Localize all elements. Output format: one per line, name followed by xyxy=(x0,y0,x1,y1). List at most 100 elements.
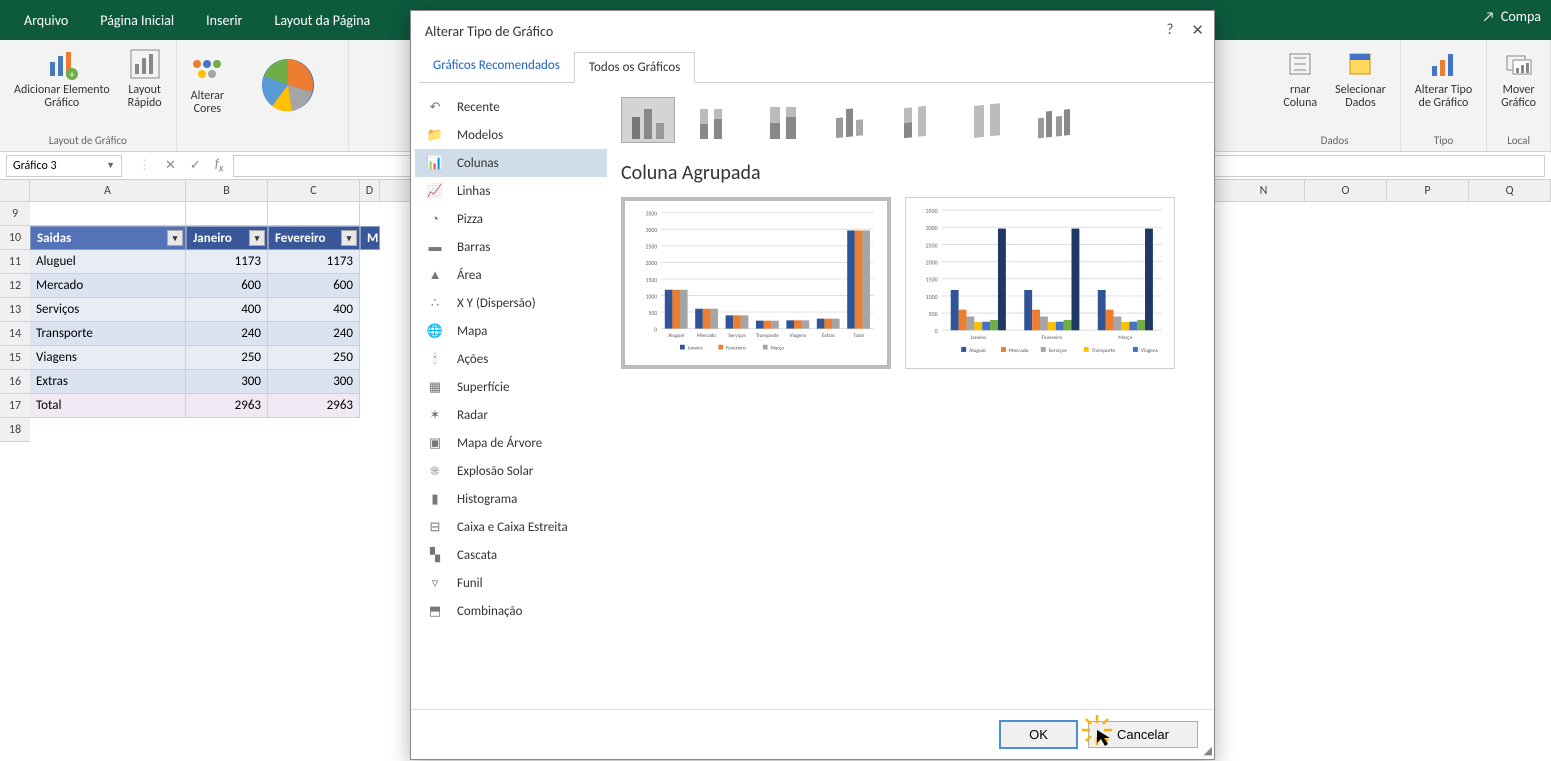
chart-category-a-es[interactable]: 🕯Ações xyxy=(415,345,607,373)
cancel-formula-icon[interactable]: ✕ xyxy=(165,158,176,173)
column-subtype-1[interactable] xyxy=(621,97,675,143)
cell[interactable]: Viagens xyxy=(30,346,186,370)
row-header-9[interactable]: 9 xyxy=(0,202,30,226)
cancel-button[interactable]: Cancelar xyxy=(1088,721,1198,748)
resize-grip-icon[interactable]: ◢ xyxy=(1204,744,1212,757)
select-data-button[interactable]: Selecionar Dados xyxy=(1327,44,1394,114)
chart-category-colunas[interactable]: 📊Colunas xyxy=(415,149,607,177)
tab-file[interactable]: Arquivo xyxy=(8,2,84,39)
col-header-b[interactable]: B xyxy=(186,180,268,201)
switch-row-column-button[interactable]: rnar Coluna xyxy=(1275,44,1325,114)
col-header-o[interactable]: O xyxy=(1305,180,1387,201)
cells-area[interactable]: Saidas▾Janeiro▾Fevereiro▾MarçAluguel1173… xyxy=(30,202,380,442)
cell[interactable]: 250 xyxy=(268,346,360,370)
cell[interactable]: 2963 xyxy=(186,394,268,418)
cell[interactable]: 1173 xyxy=(268,250,360,274)
change-chart-type-button[interactable]: Alterar Tipo de Gráfico xyxy=(1407,44,1480,114)
cell[interactable]: Janeiro▾ xyxy=(186,226,268,250)
chart-category-mapa[interactable]: 🌐Mapa xyxy=(415,317,607,345)
fx-icon[interactable]: fx xyxy=(215,157,224,175)
select-all-corner[interactable] xyxy=(0,180,30,201)
cell[interactable]: 400 xyxy=(186,298,268,322)
chart-category-mapa-de-rvore[interactable]: ▣Mapa de Árvore xyxy=(415,429,607,457)
cell[interactable]: 400 xyxy=(268,298,360,322)
filter-dropdown-icon[interactable]: ▾ xyxy=(167,230,183,246)
cell[interactable]: 1173 xyxy=(186,250,268,274)
row-header-15[interactable]: 15 xyxy=(0,346,30,370)
filter-dropdown-icon[interactable]: ▾ xyxy=(249,230,265,246)
cell[interactable] xyxy=(30,202,186,226)
chart-category-caixa-e-caixa-estreita[interactable]: ⊟Caixa e Caixa Estreita xyxy=(415,513,607,541)
cell[interactable]: Fevereiro▾ xyxy=(268,226,360,250)
share-button[interactable]: ↗ Compa xyxy=(1483,8,1541,25)
tab-page-layout[interactable]: Layout da Página xyxy=(258,2,386,39)
cell[interactable]: 250 xyxy=(186,346,268,370)
filter-dropdown-icon[interactable]: ▾ xyxy=(341,230,357,246)
col-header-p[interactable]: P xyxy=(1387,180,1469,201)
move-chart-button[interactable]: Mover Gráfico xyxy=(1493,44,1544,114)
tab-all-charts[interactable]: Todos os Gráficos xyxy=(574,52,695,83)
row-header-13[interactable]: 13 xyxy=(0,298,30,322)
tab-insert[interactable]: Inserir xyxy=(190,2,258,39)
change-colors-button[interactable]: Alterar Cores xyxy=(183,44,232,126)
chart-category-pizza[interactable]: ◔Pizza xyxy=(415,205,607,233)
cell[interactable]: 300 xyxy=(268,370,360,394)
col-header-a[interactable]: A xyxy=(30,180,186,201)
chart-category-linhas[interactable]: 📈Linhas xyxy=(415,177,607,205)
cell[interactable]: Total xyxy=(30,394,186,418)
row-header-12[interactable]: 12 xyxy=(0,274,30,298)
cell[interactable]: Mercado xyxy=(30,274,186,298)
column-subtype-6[interactable] xyxy=(961,97,1015,143)
col-header-c[interactable]: C xyxy=(268,180,360,201)
chart-category-histograma[interactable]: ▮Histograma xyxy=(415,485,607,513)
chart-category-recente[interactable]: ↶Recente xyxy=(415,93,607,121)
cell[interactable]: 600 xyxy=(186,274,268,298)
column-subtype-5[interactable] xyxy=(893,97,947,143)
chart-category--rea[interactable]: ▲Área xyxy=(415,261,607,289)
cell[interactable]: Serviços xyxy=(30,298,186,322)
cell[interactable]: Març xyxy=(360,226,380,250)
name-box[interactable]: Gráfico 3 ▼ xyxy=(6,155,122,177)
chart-category-explos-o-solar[interactable]: ☀Explosão Solar xyxy=(415,457,607,485)
quick-layout-button[interactable]: Layout Rápido xyxy=(120,44,170,114)
ok-button[interactable]: OK xyxy=(999,720,1078,749)
row-header-11[interactable]: 11 xyxy=(0,250,30,274)
chart-category-barras[interactable]: ▬Barras xyxy=(415,233,607,261)
add-chart-element-button[interactable]: + Adicionar Elemento Gráfico xyxy=(6,44,118,114)
chart-preview-2[interactable]: 0500100015002000250030003500JaneiroFever… xyxy=(905,197,1175,369)
row-header-10[interactable]: 10 xyxy=(0,226,30,250)
row-header-16[interactable]: 16 xyxy=(0,370,30,394)
column-subtype-7[interactable] xyxy=(1029,97,1083,143)
col-header-n[interactable]: N xyxy=(1223,180,1305,201)
cell[interactable]: 2963 xyxy=(268,394,360,418)
cell[interactable]: Extras xyxy=(30,370,186,394)
chart-category-combina-o[interactable]: ⬒Combinação xyxy=(415,597,607,625)
help-icon[interactable]: ? xyxy=(1166,21,1173,40)
close-icon[interactable]: ✕ xyxy=(1191,21,1204,40)
cell[interactable]: 240 xyxy=(268,322,360,346)
chart-category-superf-cie[interactable]: ▦Superfície xyxy=(415,373,607,401)
cell[interactable] xyxy=(186,202,268,226)
cell[interactable]: 600 xyxy=(268,274,360,298)
chart-category-cascata[interactable]: ▚Cascata xyxy=(415,541,607,569)
cell[interactable]: Transporte xyxy=(30,322,186,346)
chart-category-x-y-dispers-o-[interactable]: ∴X Y (Dispersão) xyxy=(415,289,607,317)
row-header-18[interactable]: 18 xyxy=(0,418,30,442)
col-header-q[interactable]: Q xyxy=(1469,180,1551,201)
accept-formula-icon[interactable]: ✓ xyxy=(190,158,201,173)
tab-recommended-charts[interactable]: Gráficos Recomendados xyxy=(419,51,574,82)
chart-category-funil[interactable]: ▿Funil xyxy=(415,569,607,597)
tab-home[interactable]: Página Inicial xyxy=(84,2,190,39)
column-subtype-3[interactable] xyxy=(757,97,811,143)
column-subtype-2[interactable] xyxy=(689,97,743,143)
row-header-17[interactable]: 17 xyxy=(0,394,30,418)
chart-style-thumbnail[interactable] xyxy=(234,44,342,126)
chart-category-radar[interactable]: ✶Radar xyxy=(415,401,607,429)
col-header-d[interactable]: D xyxy=(360,180,380,201)
row-header-14[interactable]: 14 xyxy=(0,322,30,346)
cell[interactable]: 240 xyxy=(186,322,268,346)
cell[interactable]: 300 xyxy=(186,370,268,394)
column-subtype-4[interactable] xyxy=(825,97,879,143)
chart-category-modelos[interactable]: 📁Modelos xyxy=(415,121,607,149)
cell[interactable]: Aluguel xyxy=(30,250,186,274)
